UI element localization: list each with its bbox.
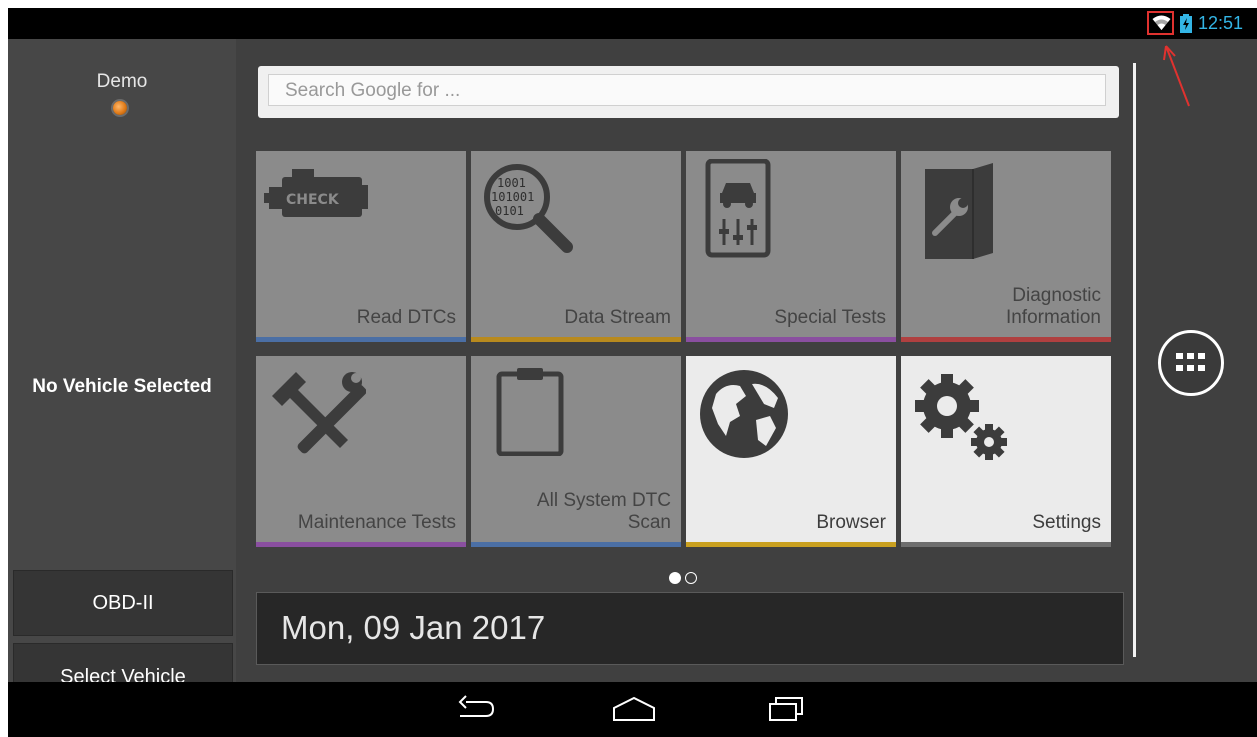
clipboard-icon: [495, 366, 565, 461]
tile-label: Maintenance Tests: [297, 512, 456, 533]
tile-all-system-dtc-scan[interactable]: All System DTC Scan: [471, 356, 681, 547]
tile-accent-bar: [471, 542, 681, 547]
search-input[interactable]: Search Google for ...: [268, 74, 1106, 106]
check-engine-icon: CHECK: [264, 159, 374, 244]
tile-label: Diagnostic Information: [1006, 285, 1101, 329]
tile-accent-bar: [901, 542, 1111, 547]
tile-label-line: Diagnostic: [1012, 285, 1101, 306]
svg-text:0101: 0101: [495, 204, 524, 218]
tile-accent-bar: [901, 337, 1111, 342]
tile-label: All System DTC Scan: [537, 490, 671, 534]
date-widget: Mon, 09 Jan 2017: [256, 592, 1124, 665]
tile-accent-bar: [471, 337, 681, 342]
car-adjust-icon: [704, 158, 774, 264]
tile-label: Browser: [816, 512, 886, 533]
tile-label: Special Tests: [774, 307, 886, 328]
svg-text:1001: 1001: [497, 176, 526, 190]
search-widget: Search Google for ...: [258, 66, 1119, 118]
gears-icon: [909, 368, 1019, 473]
wifi-icon: [1147, 11, 1174, 35]
tile-label: Read DTCs: [356, 307, 456, 328]
tools-icon: [266, 366, 367, 471]
tile-accent-bar: [256, 337, 466, 342]
date-text: Mon, 09 Jan 2017: [281, 609, 546, 646]
tile-accent-bar: [686, 337, 896, 342]
tile-browser[interactable]: Browser: [686, 356, 896, 547]
app-grid-icon: [1176, 353, 1205, 371]
status-clock: 12:51: [1198, 13, 1244, 33]
navigation-bar: [8, 682, 1257, 737]
globe-icon: [696, 364, 796, 469]
svg-text:CHECK: CHECK: [286, 192, 340, 208]
tile-diagnostic-information[interactable]: Diagnostic Information: [901, 151, 1111, 342]
svg-text:101001: 101001: [491, 190, 534, 204]
page-dot-inactive[interactable]: [685, 572, 697, 584]
tile-data-stream[interactable]: 1001 101001 0101 Data Stream: [471, 151, 681, 342]
tile-label-line: All System DTC: [536, 490, 671, 511]
mode-label: Demo: [96, 71, 148, 92]
tile-settings[interactable]: Settings: [901, 356, 1111, 547]
tile-label-line: Information: [1005, 307, 1101, 328]
tile-label: Data Stream: [564, 307, 671, 328]
tile-maintenance-tests[interactable]: Maintenance Tests: [256, 356, 466, 547]
annotation-arrow-icon: [1163, 45, 1190, 107]
back-icon[interactable]: [456, 694, 496, 724]
page-dot-active[interactable]: [669, 572, 681, 584]
status-bar: 12:51: [8, 8, 1257, 39]
all-apps-button[interactable]: [1158, 330, 1224, 396]
tablet-screen: 12:51 Demo No Vehicle Selected OBD-II Se…: [8, 8, 1257, 737]
connection-indicator-icon: [113, 101, 127, 115]
page-indicator: [667, 571, 699, 589]
tile-read-dtcs[interactable]: CHECK Read DTCs: [256, 151, 466, 342]
tile-label: Settings: [1032, 512, 1101, 533]
battery-charging-icon: [1180, 14, 1192, 33]
recents-icon[interactable]: [766, 694, 806, 724]
wrench-book-icon: [919, 161, 999, 266]
tile-special-tests[interactable]: Special Tests: [686, 151, 896, 342]
vehicle-panel: Demo No Vehicle Selected OBD-II Select V…: [8, 39, 236, 711]
home-icon[interactable]: [611, 694, 657, 724]
obd-ii-button[interactable]: OBD-II: [13, 570, 233, 636]
divider: [1133, 63, 1136, 657]
tile-accent-bar: [686, 542, 896, 547]
binary-magnifier-icon: 1001 101001 0101: [479, 159, 589, 264]
tile-accent-bar: [256, 542, 466, 547]
tile-label-line: Scan: [627, 512, 671, 533]
vehicle-status: No Vehicle Selected: [32, 376, 212, 397]
